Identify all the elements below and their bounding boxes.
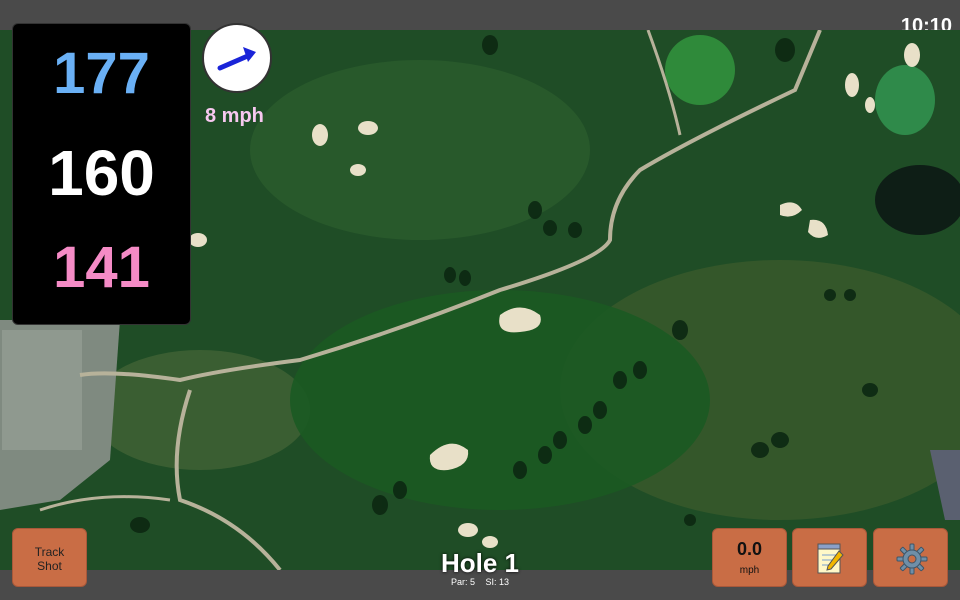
settings-button[interactable] (873, 528, 948, 587)
track-shot-label-line1: Track (34, 545, 65, 559)
track-shot-button[interactable]: Track Shot (12, 528, 87, 587)
speed-unit: mph (739, 565, 760, 576)
notepad-icon (817, 543, 844, 574)
wind-speed: 8 mph (205, 105, 264, 127)
front-distance: 141 (53, 235, 150, 300)
track-shot-label-line2: Shot (37, 559, 62, 573)
speed-button[interactable]: 0.0 mph (712, 528, 787, 587)
notes-button[interactable] (792, 528, 867, 587)
hole-info: Par: 5 SI: 13 (380, 577, 580, 587)
arrow-right-up-icon (217, 47, 256, 71)
hole-title: Hole 1 (440, 548, 520, 578)
speed-value: 0.0 (736, 539, 763, 559)
hole-par: Par: 5 (450, 577, 475, 587)
back-distance: 177 (53, 41, 150, 106)
middle-distance: 160 (48, 137, 155, 209)
hole-stroke-index: SI: 13 (485, 577, 510, 587)
gear-icon (896, 543, 928, 575)
wind-indicator (202, 23, 272, 93)
distance-panel: 177 160 141 (12, 23, 191, 325)
